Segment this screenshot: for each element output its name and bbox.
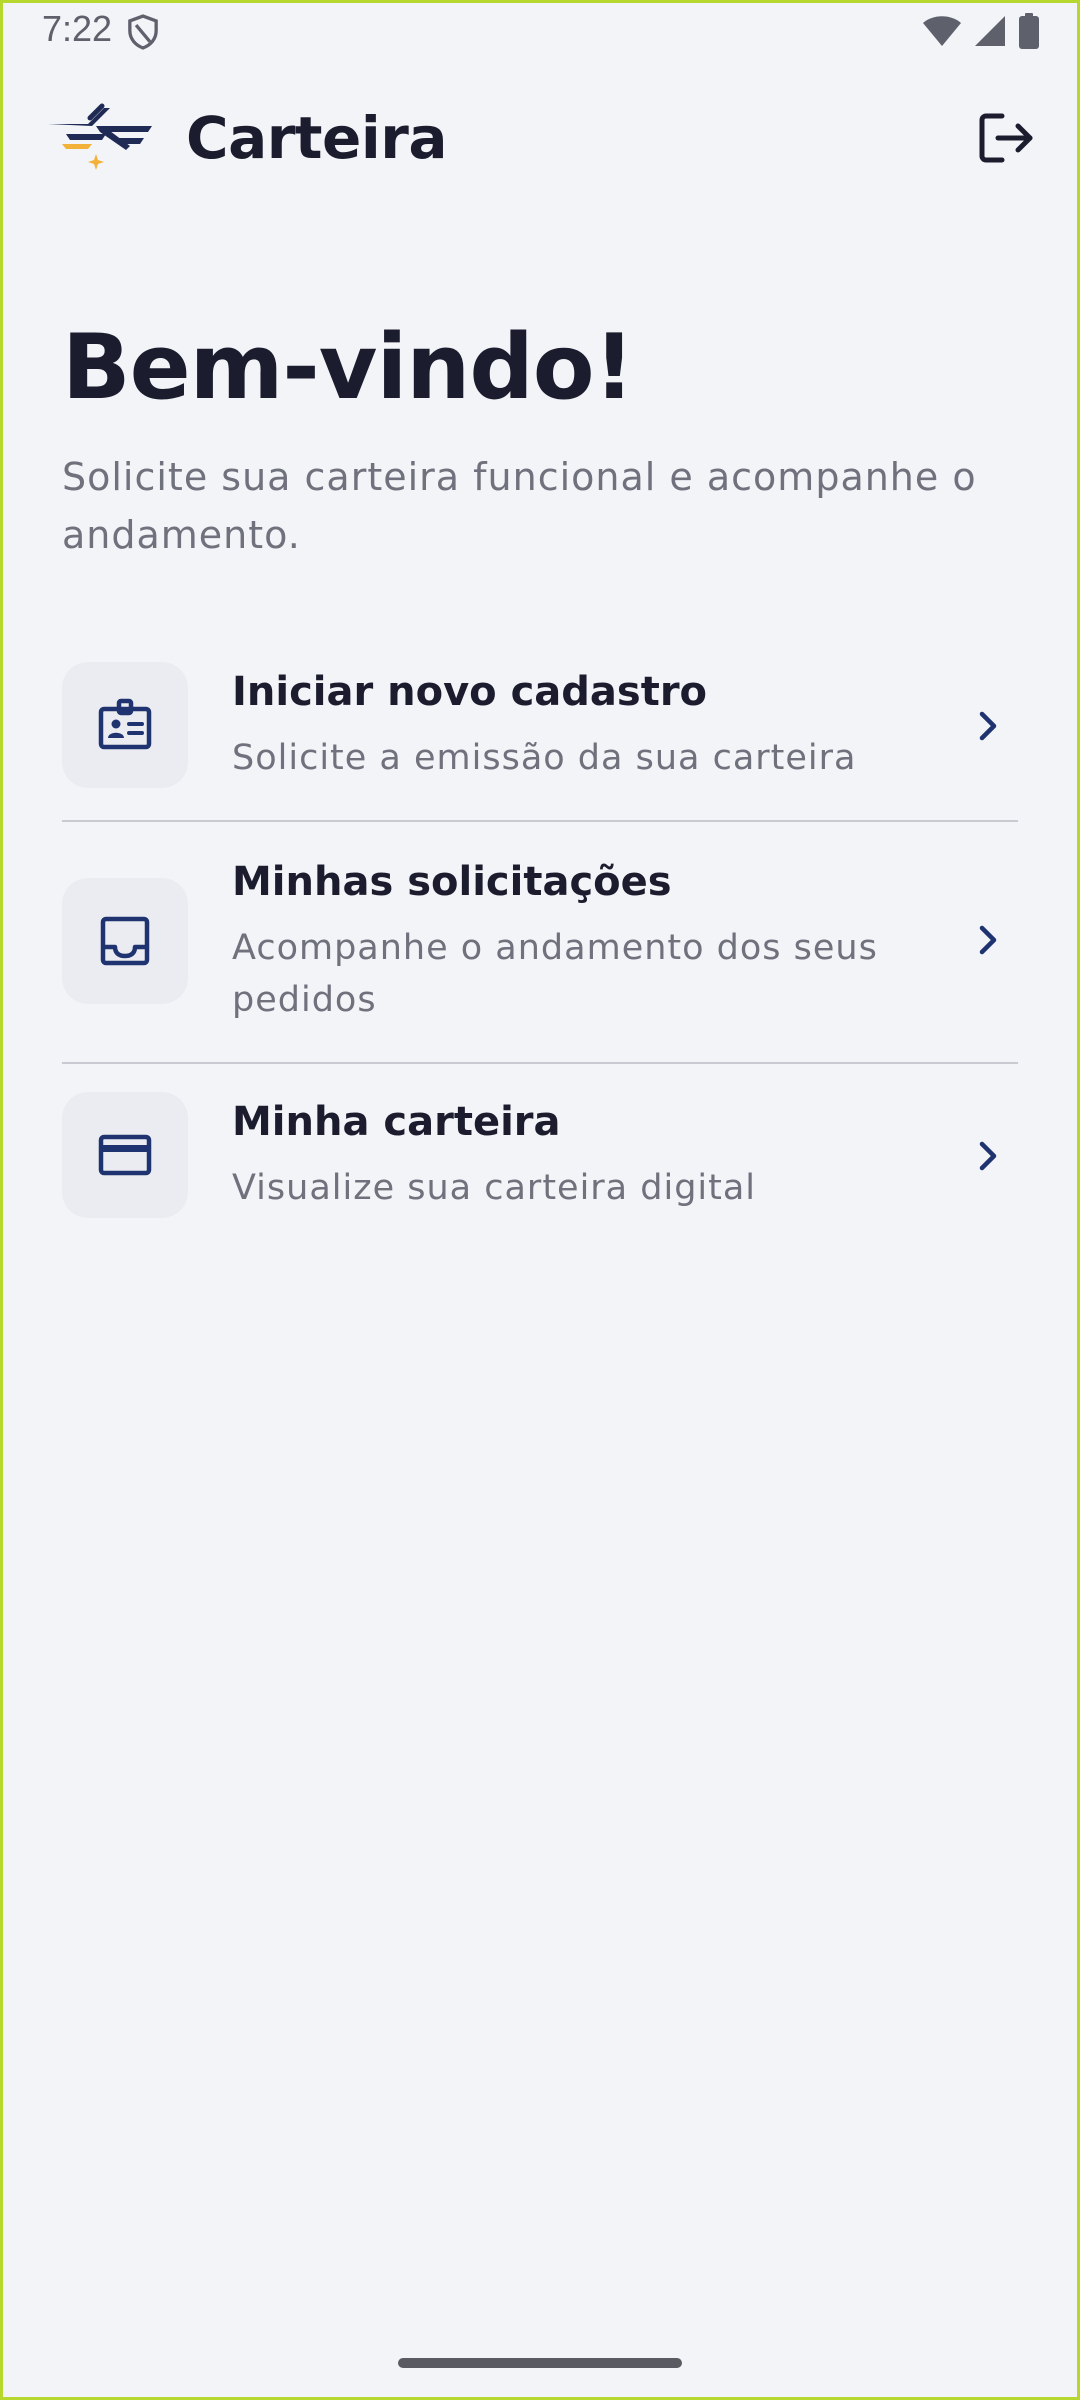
welcome-section: Bem-vindo! Solicite sua carteira funcion… [62, 308, 1022, 564]
status-bar: 7:22 [0, 0, 1080, 62]
shield-icon [128, 14, 158, 50]
gesture-nav-handle[interactable] [398, 2358, 682, 2368]
app-bar: Carteira [0, 92, 1080, 182]
status-icons [922, 12, 1040, 50]
signal-icon [975, 16, 1005, 46]
menu-item-title: Minha carteira [232, 1099, 561, 1145]
menu-list: Iniciar novo cadastro Solicite a emissão… [62, 650, 1018, 1234]
menu-icon-container [62, 878, 188, 1004]
app-title: Carteira [186, 104, 448, 172]
logout-icon [979, 113, 1033, 163]
menu-icon-container [62, 1092, 188, 1218]
menu-item-description: Visualize sua carteira digital [232, 1168, 757, 1208]
menu-item-text: Iniciar novo cadastro Solicite a emissão… [232, 664, 922, 784]
wifi-icon [923, 16, 961, 46]
menu-item-my-requests[interactable]: Minhas solicitações Acompanhe o andament… [62, 822, 1018, 1064]
credit-card-icon [98, 1134, 152, 1176]
chevron-right-icon [966, 1134, 1010, 1178]
menu-item-text: Minhas solicitações Acompanhe o andament… [232, 854, 922, 1026]
battery-icon [1019, 13, 1039, 49]
menu-item-description: Acompanhe o andamento dos seus pedidos [232, 928, 878, 1020]
menu-item-text: Minha carteira Visualize sua carteira di… [232, 1094, 922, 1214]
menu-item-title: Minhas solicitações [232, 859, 672, 905]
status-time: 7:22 [42, 8, 113, 49]
welcome-subtitle: Solicite sua carteira funcional e acompa… [62, 455, 977, 557]
chevron-right-icon [966, 918, 1010, 962]
menu-item-my-card[interactable]: Minha carteira Visualize sua carteira di… [62, 1064, 1018, 1234]
logout-button[interactable] [968, 100, 1044, 176]
id-badge-icon [98, 698, 152, 750]
menu-item-new-registration[interactable]: Iniciar novo cadastro Solicite a emissão… [62, 650, 1018, 822]
welcome-title: Bem-vindo! [62, 315, 635, 420]
menu-item-title: Iniciar novo cadastro [232, 669, 708, 715]
chevron-right-icon [966, 704, 1010, 748]
inbox-icon [100, 916, 150, 966]
menu-icon-container [62, 662, 188, 788]
wings-logo-icon [48, 103, 152, 170]
menu-item-description: Solicite a emissão da sua carteira [232, 738, 857, 778]
